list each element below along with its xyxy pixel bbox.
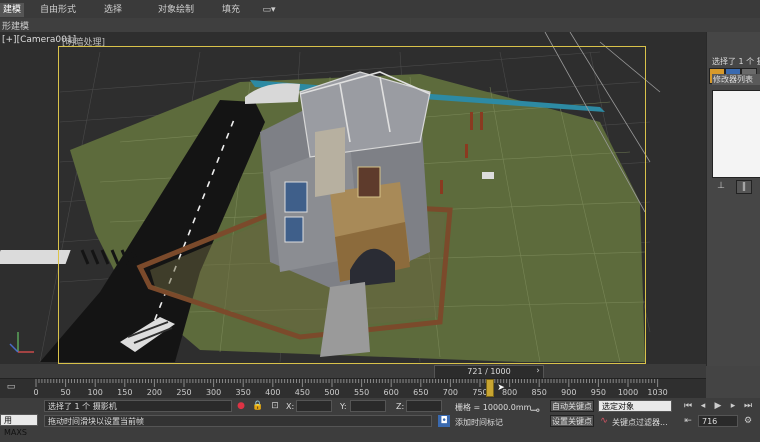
absolute-mode-icon[interactable]: ⊡: [270, 400, 280, 412]
track-bar-tick-label: 150: [117, 388, 133, 397]
current-frame-field[interactable]: 716: [698, 415, 738, 427]
set-key-icon[interactable]: ⊸: [526, 404, 544, 416]
next-frame-arrow-icon[interactable]: ›: [534, 365, 542, 377]
tab-modeling[interactable]: 建模: [0, 3, 25, 17]
grid-size-text: 栅格 = 10000.0mm: [455, 403, 532, 412]
track-bar-tick-label: 300: [205, 388, 222, 397]
active-viewport-border: [58, 46, 646, 364]
ribbon-sub-label: 形建模: [2, 22, 30, 32]
mouse-cursor-icon: ➤: [497, 383, 505, 393]
modifier-list-dropdown[interactable]: 修改器列表: [712, 74, 760, 85]
track-bar-tick-label: 900: [561, 388, 577, 397]
z-coordinate-field[interactable]: [406, 400, 442, 412]
play-icon[interactable]: ▶: [712, 400, 724, 412]
track-bar-tick-label: 700: [442, 388, 459, 397]
set-key-button[interactable]: 设置关键点: [550, 415, 594, 427]
track-bar-tick-label: 600: [383, 388, 399, 397]
y-coordinate-field[interactable]: [350, 400, 386, 412]
track-bar-tick-label: 500: [324, 388, 340, 397]
selection-set-dropdown[interactable]: 选定对象: [598, 400, 672, 412]
time-config-icon[interactable]: ⚙: [742, 415, 754, 427]
pin-stack-icon[interactable]: ⊥: [714, 180, 728, 192]
go-to-end-icon[interactable]: ⏭: [742, 400, 754, 412]
key-mode-icon[interactable]: ⇤: [682, 415, 694, 427]
x-label: X:: [286, 402, 295, 411]
track-bar-tick-label: 400: [265, 388, 281, 397]
track-bar-tick-label: 1000: [617, 388, 639, 397]
track-bar-tick-label: 650: [413, 388, 429, 397]
tab-object-paint[interactable]: 对象绘制: [158, 3, 194, 17]
time-slider[interactable]: [0, 364, 706, 378]
key-filters-button[interactable]: 关键点过滤器...: [612, 417, 668, 428]
time-tag-icon[interactable]: ◘: [438, 415, 450, 427]
track-bar-tick-label: 450: [294, 388, 311, 397]
previous-frame-icon[interactable]: ◂: [697, 400, 709, 412]
track-bar-tick-label: 850: [531, 388, 547, 397]
modifier-stack[interactable]: [712, 90, 760, 178]
prompt-line: 拖动时间滑块以设置当前帧: [44, 415, 432, 427]
track-bar-menu-icon[interactable]: ▭: [4, 381, 18, 393]
track-bar-tick-label: 550: [353, 388, 370, 397]
y-label: Y:: [340, 402, 347, 411]
command-panel-selection-text: 选择了 1 个 摄: [712, 57, 760, 66]
show-end-result-icon[interactable]: ‖: [736, 180, 752, 194]
viewport-shading-label[interactable]: [明暗处理]: [62, 35, 105, 48]
track-bar-tick-label: 250: [176, 388, 192, 397]
add-time-tag-label[interactable]: 添加时间标记: [455, 417, 503, 428]
tab-populate[interactable]: 填充: [222, 3, 240, 17]
isolate-selection-icon[interactable]: ●: [236, 400, 246, 412]
maxscript-listener[interactable]: 用 MAXS: [0, 414, 38, 437]
tab-freeform[interactable]: 自由形式: [40, 3, 76, 17]
track-bar-tick-label: 200: [146, 388, 163, 397]
track-bar-tick-label: 1030: [647, 388, 668, 397]
lock-selection-icon[interactable]: 🔒: [252, 400, 263, 412]
ribbon-options-icon[interactable]: ▭▾: [260, 3, 278, 17]
ribbon-tabs: 建模 自由形式 选择 对象绘制 填充 ▭▾: [0, 0, 760, 19]
track-bar-tick-label: 100: [87, 388, 103, 397]
next-frame-icon[interactable]: ▸: [727, 400, 739, 412]
key-filter-icon: ∿: [600, 416, 608, 426]
track-bar-tick-label: 950: [590, 388, 607, 397]
auto-key-button[interactable]: 自动关键点: [550, 400, 594, 412]
z-label: Z:: [396, 402, 405, 411]
tab-selection[interactable]: 选择: [104, 3, 122, 17]
selection-status-field: 选择了 1 个 摄影机: [44, 400, 232, 412]
go-to-start-icon[interactable]: ⏮: [682, 400, 694, 412]
current-frame-marker[interactable]: [486, 379, 494, 397]
track-bar-tick-label: 50: [60, 388, 71, 397]
time-slider-thumb[interactable]: 721 / 1000: [434, 365, 544, 379]
x-coordinate-field[interactable]: [296, 400, 332, 412]
track-bar-tick-label: 350: [235, 388, 251, 397]
track-bar-tick-label: 0: [33, 388, 39, 397]
ribbon-sub-bar: 形建模: [0, 18, 760, 32]
